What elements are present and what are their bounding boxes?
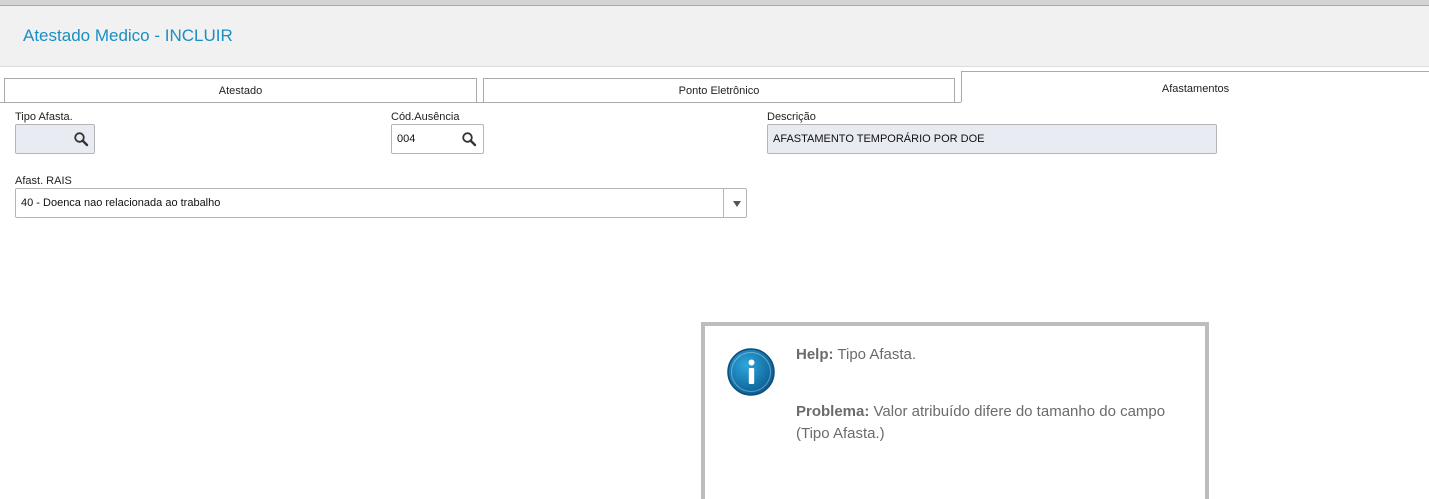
tab-afastamentos[interactable]: Afastamentos <box>961 71 1429 102</box>
tipo-afasta-input[interactable] <box>15 124 95 154</box>
page-title: Atestado Medico - INCLUIR <box>23 26 233 45</box>
tab-atestado[interactable]: Atestado <box>4 78 477 102</box>
search-icon[interactable] <box>73 131 89 147</box>
problem-text-continued: (Tipo Afasta.) <box>796 425 885 442</box>
tab-ponto-eletronico[interactable]: Ponto Eletrônico <box>483 78 955 102</box>
problem-text: Valor atribuído difere do tamanho do cam… <box>873 403 1166 420</box>
info-icon <box>727 348 775 396</box>
tipo-afasta-label: Tipo Afasta. <box>15 111 73 123</box>
problem-label: Problema: <box>796 403 870 420</box>
page-header: Atestado Medico - INCLUIR <box>0 6 1429 67</box>
afast-rais-select[interactable]: 40 - Doenca nao relacionada ao trabalho <box>15 188 747 218</box>
descricao-field: AFASTAMENTO TEMPORÁRIO POR DOE <box>767 124 1217 154</box>
tab-strip-divider <box>0 102 961 103</box>
help-label: Help: <box>796 346 834 363</box>
search-icon[interactable] <box>461 131 477 147</box>
descricao-value: AFASTAMENTO TEMPORÁRIO POR DOE <box>773 133 985 145</box>
help-topic: Tipo Afasta. <box>837 346 917 363</box>
chevron-down-icon[interactable] <box>732 200 742 208</box>
cod-ausencia-label: Cód.Ausência <box>391 111 460 123</box>
afast-rais-selected-value: 40 - Doenca nao relacionada ao trabalho <box>21 197 221 209</box>
problem-line-2: (Tipo Afasta.) <box>796 425 885 442</box>
afast-rais-label: Afast. RAIS <box>15 175 72 187</box>
problem-line: Problema: Valor atribuído difere do tama… <box>796 403 1165 420</box>
cod-ausencia-input[interactable]: 004 <box>391 124 484 154</box>
help-topic-line: Help: Tipo Afasta. <box>796 346 916 363</box>
page: Atestado Medico - INCLUIR Atestado Ponto… <box>0 0 1429 499</box>
help-dialog: Help: Tipo Afasta. Problema: Valor atrib… <box>701 322 1209 499</box>
select-divider <box>723 189 724 217</box>
cod-ausencia-value: 004 <box>397 133 416 145</box>
descricao-label: Descrição <box>767 111 816 123</box>
